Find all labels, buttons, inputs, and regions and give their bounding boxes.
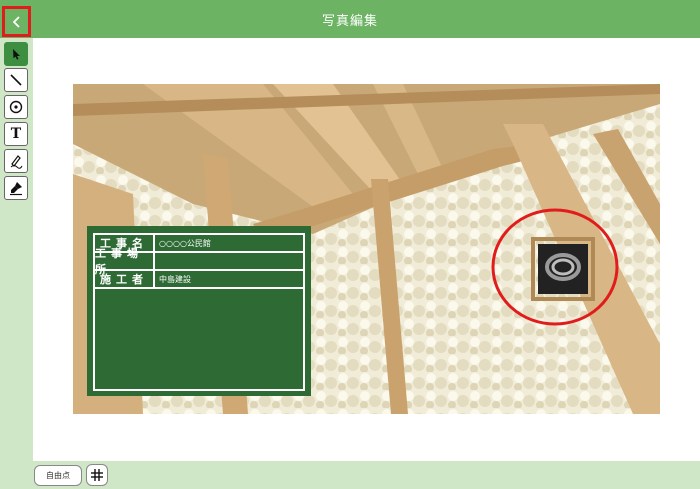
grid-toggle-button[interactable] [86, 464, 108, 486]
blackboard-frame: 工事名 ○○○○公民館 工事場所 施工者 中島建設 [93, 233, 305, 391]
select-tool-button[interactable] [4, 42, 28, 66]
construction-blackboard[interactable]: 工事名 ○○○○公民館 工事場所 施工者 中島建設 [87, 226, 311, 396]
tool-palette: T [0, 38, 33, 461]
pen-icon [10, 155, 23, 169]
circle-target-icon [9, 100, 23, 114]
blackboard-row: 施工者 中島建設 [95, 271, 303, 289]
brush-icon [10, 182, 22, 196]
line-tool-button[interactable] [4, 68, 28, 92]
brush-tool-button[interactable] [4, 176, 28, 200]
text-tool-button[interactable]: T [4, 122, 28, 146]
pen-tool-button[interactable] [4, 149, 28, 173]
blackboard-value: ○○○○公民館 [159, 238, 211, 248]
blackboard-value: 中島建設 [159, 274, 191, 284]
free-point-button[interactable]: 自由点 [34, 465, 82, 486]
blackboard-row: 工事場所 [95, 247, 303, 276]
back-button[interactable] [2, 6, 31, 37]
page-title: 写真編集 [321, 13, 378, 29]
app-header: 写真編集 [0, 0, 700, 38]
text-icon: T [10, 126, 22, 142]
grid-icon [91, 469, 103, 481]
circle-tool-button[interactable] [4, 95, 28, 119]
chevron-left-icon [12, 15, 20, 28]
blackboard-label: 施工者 [95, 271, 155, 287]
blackboard-label: 工事場所 [95, 247, 155, 276]
line-icon [10, 74, 22, 86]
arrow-pointer-icon [13, 49, 20, 60]
